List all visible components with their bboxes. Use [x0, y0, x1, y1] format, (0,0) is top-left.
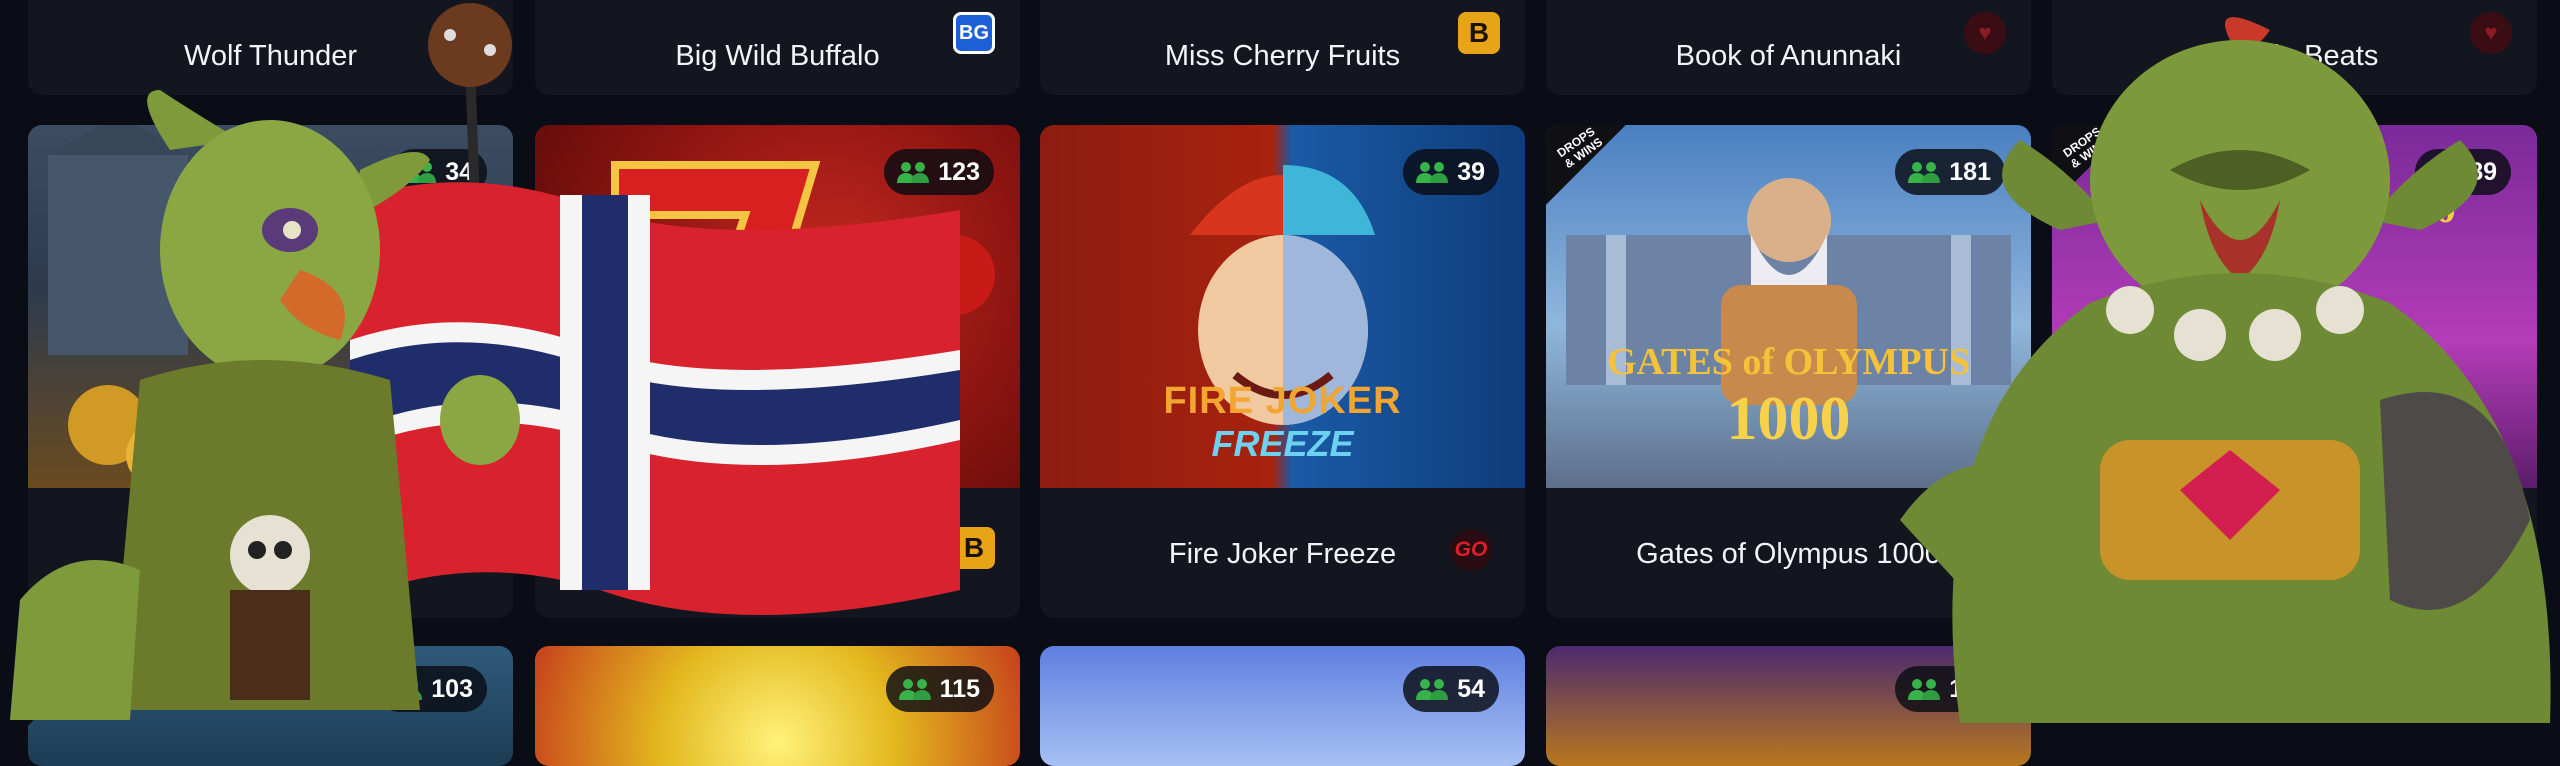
- game-card-wolf-thunder[interactable]: Wolf Thunder B: [28, 0, 513, 95]
- player-count-value: 126: [1949, 674, 1991, 703]
- game-card-9[interactable]: 126: [1546, 646, 2031, 766]
- player-count-value: 181: [1949, 157, 1991, 186]
- game-card-miss-cherry-fruits[interactable]: Miss Cherry Fruits B: [1040, 0, 1525, 95]
- player-count: 39: [1403, 149, 1499, 195]
- players-icon: [1416, 162, 1449, 183]
- player-count: 103: [377, 666, 487, 712]
- player-count: 34: [391, 149, 487, 195]
- player-count: 181: [1895, 149, 2005, 195]
- game-title: Fire Joker Freeze: [1168, 538, 1397, 570]
- badge-text: DROPS & WINS: [1554, 125, 1606, 172]
- players-icon: [404, 162, 437, 183]
- game-card-gates-of-olympus-1000[interactable]: GATES of OLYMPUS 1000 DROPS & WINS 181 G…: [1546, 125, 2031, 618]
- game-card-7[interactable]: 115: [535, 646, 1020, 766]
- players-icon: [898, 679, 931, 700]
- player-count-value: 123: [938, 157, 980, 186]
- players-icon: [897, 162, 930, 183]
- player-count: 123: [884, 149, 994, 195]
- players-icon: [1908, 162, 1941, 183]
- thumbnail-logo-line2: 1000: [1726, 385, 1851, 453]
- player-count-value: 39: [1457, 157, 1485, 186]
- b-logo-icon: B: [953, 527, 995, 569]
- game-card-2[interactable]: 123 B: [535, 125, 1020, 618]
- thumbnail-logo: GATES of OLYMPUS 1000: [1546, 340, 2031, 455]
- players-icon: [1908, 679, 1941, 700]
- players-icon: [390, 679, 423, 700]
- player-count: 115: [885, 666, 994, 712]
- game-title: Big Wild Buffalo: [675, 40, 880, 72]
- thumbnail-logo: FIRE JOKER FREEZE: [1040, 380, 1525, 465]
- bgaming-icon: B: [446, 8, 488, 50]
- game-card-jungle-beats[interactable]: Jungle Beats ♥: [2052, 0, 2537, 95]
- go-logo-icon: GO: [1450, 529, 1492, 571]
- players-icon: [2428, 162, 2461, 183]
- badge-text: DROPS & WINS: [36, 646, 88, 693]
- game-card-1[interactable]: 34 9: [28, 125, 513, 618]
- thumbnail-logo-line2: FREEZE: [1211, 423, 1354, 464]
- players-icon: [1416, 679, 1449, 700]
- bgaming-icon: BG: [953, 12, 995, 54]
- heart-logo-icon: ♥: [2470, 12, 2512, 54]
- game-card-6[interactable]: DROPS & WINS 103: [28, 646, 513, 766]
- player-count-value: 115: [939, 674, 980, 703]
- thumbnail-logo-line1: FIRE JOKER: [1163, 380, 1402, 422]
- game-card-book-of-anunnaki[interactable]: Book of Anunnaki ♥: [1546, 0, 2031, 95]
- badge-text: DROPS & WINS: [2060, 125, 2112, 172]
- player-count: 126: [1895, 666, 2005, 712]
- game-title: Book of Anunnaki: [1675, 40, 1902, 72]
- drops-and-wins-badge: DROPS & WINS: [1546, 125, 1626, 205]
- game-card-fire-joker-freeze[interactable]: FIRE JOKER FREEZE 39 Fire Joker Freeze G…: [1040, 125, 1525, 618]
- player-count-value: 89: [2469, 157, 2497, 186]
- player-count: 54: [1403, 666, 1499, 712]
- game-title: Wolf Thunder: [183, 40, 358, 72]
- game-title: Miss Cherry Fruits: [1164, 40, 1401, 72]
- heart-logo-icon: ♥: [1964, 12, 2006, 54]
- game-title: Gates of Olympus 1000: [1636, 538, 1941, 570]
- game-card-8[interactable]: 54: [1040, 646, 1525, 766]
- game-card-big-wild-buffalo[interactable]: Big Wild Buffalo BG: [535, 0, 1020, 95]
- player-count-value: 34: [445, 157, 473, 186]
- player-count: 89: [2415, 149, 2511, 195]
- drops-and-wins-badge: DROPS & WINS: [2052, 125, 2132, 205]
- game-card-5[interactable]: 1000 DROPS & WINS 89: [2052, 125, 2537, 618]
- game-title-fragment: 9: [340, 535, 357, 567]
- drops-and-wins-badge: DROPS & WINS: [28, 646, 108, 726]
- b-logo-icon: B: [1458, 12, 1500, 54]
- thumbnail-logo-line1: GATES of OLYMPUS: [1606, 341, 1971, 383]
- player-count-value: 54: [1457, 674, 1485, 703]
- player-count-value: 103: [431, 674, 473, 703]
- game-title: Jungle Beats: [2210, 40, 2379, 72]
